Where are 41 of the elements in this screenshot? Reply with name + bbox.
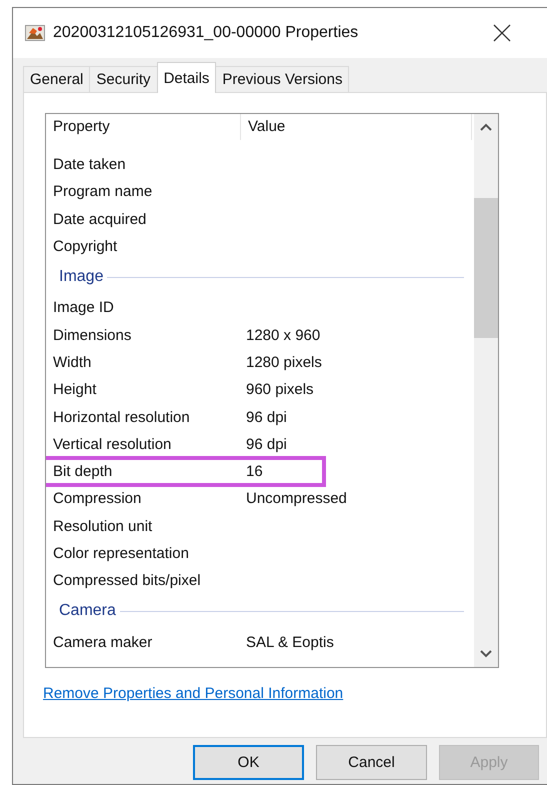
tab[interactable]: General: [23, 66, 90, 92]
remove-properties-link[interactable]: Remove Properties and Personal Information: [43, 685, 344, 702]
property-name: Height: [52, 381, 98, 398]
scroll-up-icon[interactable]: [480, 123, 492, 131]
property-value: 960 pixels: [246, 381, 314, 398]
group-header: Image: [59, 268, 104, 286]
property-value: 16: [246, 463, 263, 480]
property-value: 1280 pixels: [246, 354, 322, 371]
property-value: 96 dpi: [246, 436, 287, 453]
property-value: Uncompressed: [246, 490, 347, 508]
property-name: Bit depth: [52, 463, 114, 480]
property-value: 1280 x 960: [246, 326, 320, 344]
dialog-button[interactable]: Cancel: [316, 745, 427, 780]
property-name: Camera maker: [52, 634, 154, 651]
property-name: Vertical resolution: [52, 436, 172, 453]
scrollbar[interactable]: [474, 114, 498, 667]
property-name: Resolution unit: [52, 518, 154, 535]
dialog-button[interactable]: OK: [193, 745, 304, 780]
property-name: Date taken: [52, 156, 127, 174]
property-name: Compression: [52, 490, 142, 508]
property-value: SAL & Eoptis: [246, 634, 334, 651]
tab[interactable]: Previous Versions: [215, 66, 350, 92]
property-name: Copyright: [52, 238, 118, 256]
property-name: Dimensions: [52, 326, 132, 344]
column-header[interactable]: Value: [241, 114, 472, 140]
property-name: Program name: [52, 183, 154, 200]
scroll-thumb[interactable]: [474, 198, 498, 338]
property-name: Compressed bits/pixel: [52, 572, 202, 590]
image-file-icon: [25, 25, 45, 41]
group-header: Camera: [59, 602, 116, 620]
property-value: 96 dpi: [246, 408, 287, 426]
property-name: Width: [52, 354, 92, 371]
property-name: Horizontal resolution: [52, 408, 191, 426]
property-name: Date acquired: [52, 210, 148, 228]
close-icon[interactable]: [493, 24, 511, 42]
column-header[interactable]: Property: [46, 114, 241, 140]
tab[interactable]: Details: [156, 62, 216, 93]
scroll-down-icon[interactable]: [480, 650, 492, 658]
window-title: 20200312105126931_00-00000 Properties: [53, 24, 360, 42]
property-name: Color representation: [52, 545, 190, 562]
property-name: Image ID: [52, 299, 115, 316]
